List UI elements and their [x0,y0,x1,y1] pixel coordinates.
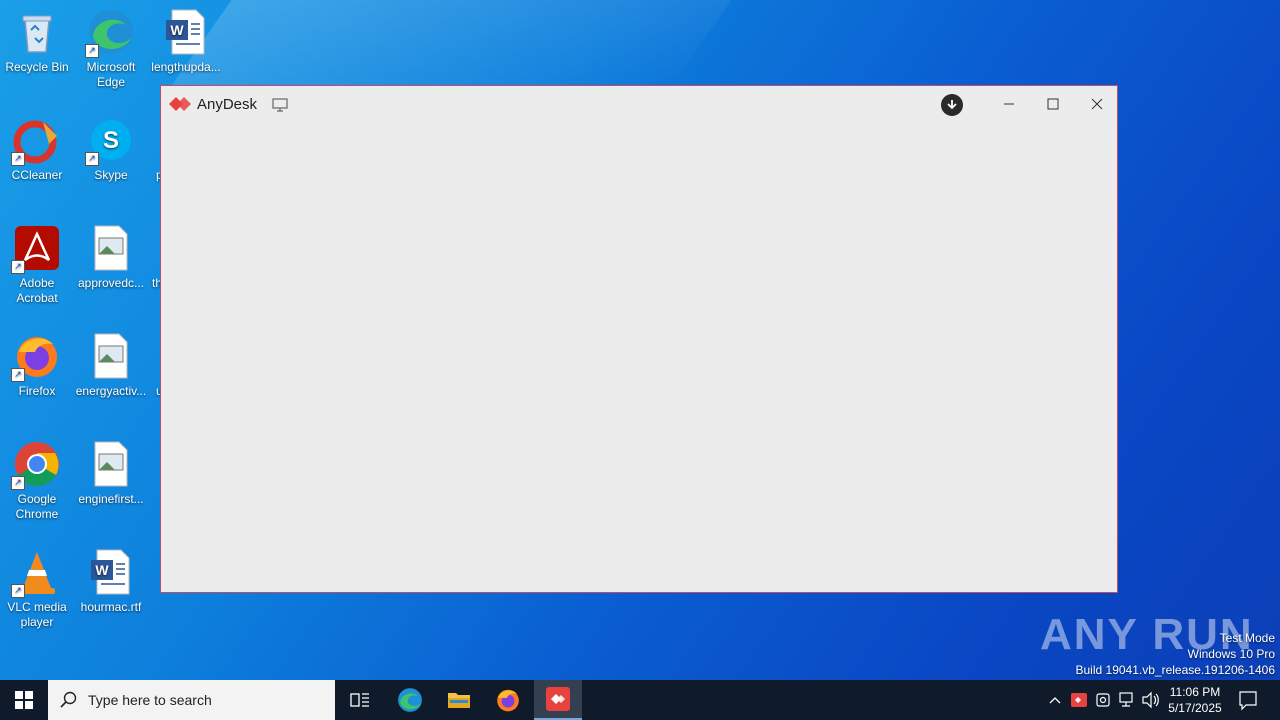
desktop-icon-lengthupda[interactable]: W lengthupda... [150,8,222,75]
download-icon[interactable] [941,94,963,116]
word-doc-icon: W [162,8,210,56]
desktop-icon-adobe-acrobat[interactable]: ↗ Adobe Acrobat [1,224,73,306]
taskbar-clock[interactable]: 11:06 PM 5/17/2025 [1160,684,1230,716]
shortcut-arrow-icon: ↗ [85,152,99,166]
edge-icon: ↗ [85,8,135,58]
clock-time: 11:06 PM [1169,685,1221,699]
search-placeholder: Type here to search [88,692,212,708]
windows-logo-icon [15,691,33,709]
windows-build-info: Test Mode Windows 10 Pro Build 19041.vb_… [1076,630,1276,678]
desktop-icon-label: enginefirst... [78,492,144,506]
anydesk-tray-icon[interactable] [1071,680,1087,720]
desktop-icon-label: Firefox [18,384,56,398]
window-titlebar[interactable]: AnyDesk [161,86,1117,122]
network-icon[interactable] [1117,680,1135,720]
desktop-icon-firefox[interactable]: ↗ Firefox [1,332,73,399]
vlc-icon: ↗ [11,548,61,598]
taskbar-firefox-button[interactable] [484,680,532,720]
ccleaner-icon: ↗ [11,116,61,166]
shortcut-arrow-icon: ↗ [11,152,25,166]
desktop-icon-energyactiv[interactable]: energyactiv... [75,332,147,399]
wallpaper-light-beam [168,0,732,90]
firefox-icon: ↗ [11,332,61,382]
desktop-icon-label: Adobe Acrobat [16,276,58,305]
desktop-icon-label: CCleaner [11,168,63,182]
window-content-area [161,122,1117,592]
desktop-icon-label: approvedc... [77,276,145,290]
edition-label: Windows 10 Pro [1187,647,1275,661]
desktop-icon-ccleaner[interactable]: ↗ CCleaner [1,116,73,183]
build-label: Build 19041.vb_release.191206-1406 [1075,663,1276,677]
skype-icon: S ↗ [85,116,135,166]
search-icon [60,691,77,708]
desktop-icon-skype[interactable]: S ↗ Skype [75,116,147,183]
shortcut-arrow-icon: ↗ [11,260,25,274]
desktop-icon-enginefirst[interactable]: enginefirst... [75,440,147,507]
shortcut-arrow-icon: ↗ [11,368,25,382]
monitor-icon[interactable] [272,98,288,112]
desktop-icon-recycle-bin[interactable]: Recycle Bin [1,8,73,75]
svg-text:W: W [95,562,109,578]
shortcut-arrow-icon: ↗ [85,44,99,58]
anydesk-icon [546,687,570,711]
taskbar-edge-button[interactable] [386,680,434,720]
image-file-icon [87,440,135,488]
minimize-button[interactable] [987,88,1031,120]
firefox-icon [497,689,519,712]
desktop-icon-label: Microsoft Edge [86,60,136,89]
shortcut-arrow-icon: ↗ [11,476,25,490]
taskbar: Type here to search 11:06 PM 5/17/2025 [0,680,1280,720]
start-button[interactable] [0,680,48,720]
clock-date: 5/17/2025 [1168,701,1222,715]
show-hidden-icons-chevron-icon[interactable] [1048,680,1062,720]
taskbar-anydesk-button[interactable] [534,680,582,720]
desktop-icon-label: Google Chrome [15,492,59,521]
minimize-icon [1004,103,1014,105]
desktop-icon-label: Recycle Bin [5,60,69,74]
image-file-icon [87,332,135,380]
image-file-icon [87,224,135,272]
taskbar-file-explorer-button[interactable] [435,680,483,720]
edge-icon [398,688,422,712]
desktop-icon-label: hourmac.rtf [80,600,142,614]
close-button[interactable] [1075,88,1119,120]
desktop-icon-vlc[interactable]: ↗ VLC media player [1,548,73,630]
maximize-button[interactable] [1031,88,1075,120]
svg-text:W: W [170,22,184,38]
desktop-icon-microsoft-edge[interactable]: ↗ Microsoft Edge [75,8,147,90]
device-tray-icon[interactable] [1095,680,1111,720]
close-icon [1091,98,1103,110]
volume-icon[interactable] [1141,680,1161,720]
task-view-button[interactable] [336,680,384,720]
recycle-bin-icon [13,8,61,56]
acrobat-icon: ↗ [11,224,61,274]
chrome-icon: ↗ [11,440,61,490]
desktop-icon-approvedc[interactable]: approvedc... [75,224,147,291]
anydesk-logo-icon [169,97,191,111]
notifications-icon[interactable] [1238,680,1258,720]
desktop-icon-google-chrome[interactable]: ↗ Google Chrome [1,440,73,522]
desktop-icon-label: VLC media player [7,600,67,629]
window-title: AnyDesk [197,96,258,113]
test-mode-label: Test Mode [1219,631,1275,645]
maximize-icon [1047,98,1059,110]
word-doc-icon: W [87,548,135,596]
taskbar-search-box[interactable]: Type here to search [48,680,335,720]
desktop-icon-label: Skype [94,168,128,182]
svg-text:S: S [103,127,119,154]
desktop-icon-hourmac[interactable]: W hourmac.rtf [75,548,147,615]
desktop-icon-label: energyactiv... [75,384,147,398]
anydesk-window[interactable]: AnyDesk [160,85,1118,593]
task-view-icon [350,693,369,707]
folder-icon [448,693,470,708]
desktop-icon-label: lengthupda... [151,60,221,74]
shortcut-arrow-icon: ↗ [11,584,25,598]
